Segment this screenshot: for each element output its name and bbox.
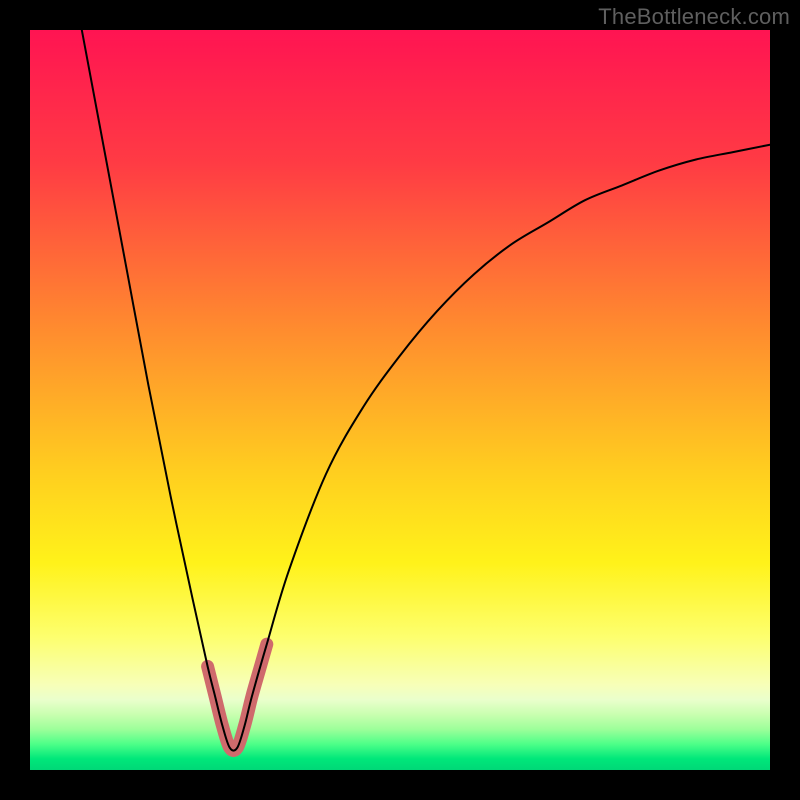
watermark-text: TheBottleneck.com bbox=[598, 4, 790, 30]
bottleneck-chart bbox=[30, 30, 770, 770]
chart-background bbox=[30, 30, 770, 770]
chart-frame: TheBottleneck.com bbox=[0, 0, 800, 800]
